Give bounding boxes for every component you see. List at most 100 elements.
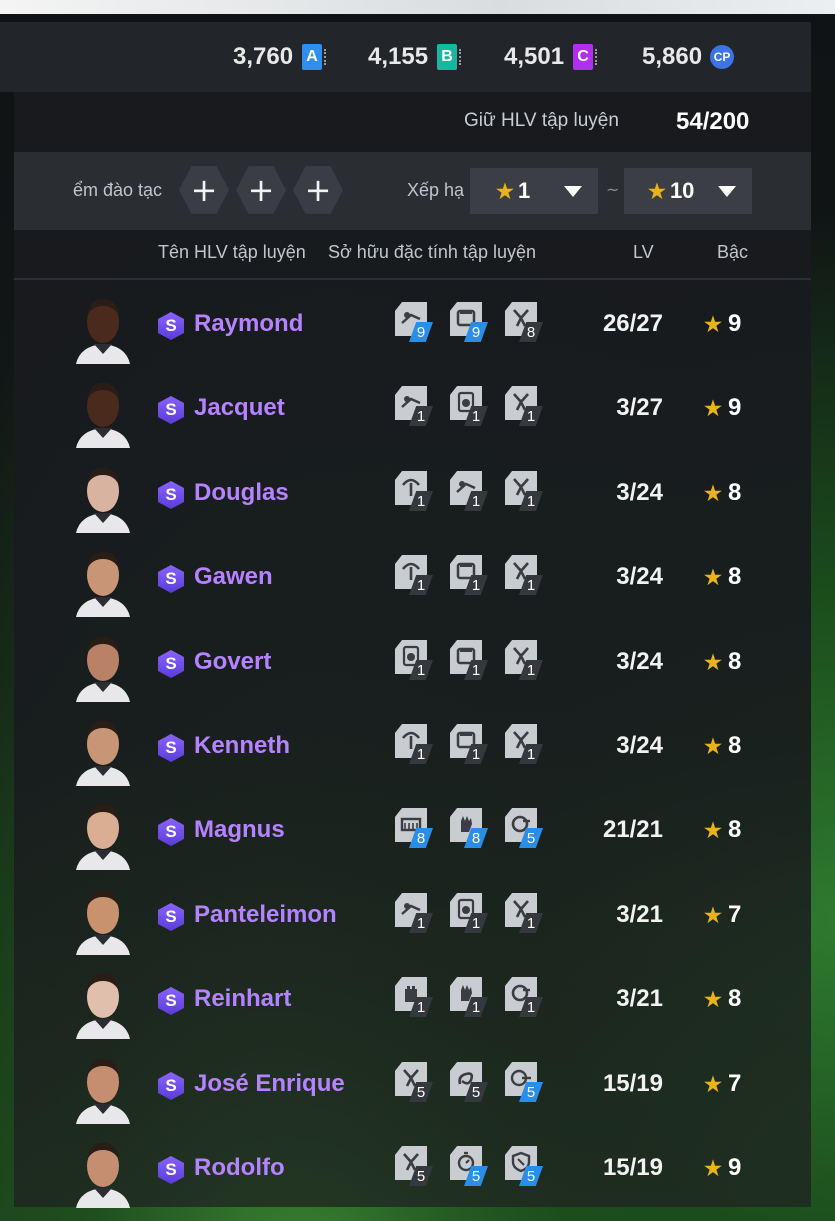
coach-name[interactable]: Rodolfo xyxy=(194,1154,285,1182)
grade-value: 7 xyxy=(727,1070,742,1097)
coach-name[interactable]: Magnus xyxy=(194,816,285,844)
header-lv[interactable]: LV xyxy=(633,242,654,263)
grade-value: 8 xyxy=(727,648,742,675)
rank-from-select[interactable]: ★ 1 xyxy=(470,168,598,214)
reflex-icon[interactable]: 1 xyxy=(505,977,545,1017)
goal-icon[interactable]: 8 xyxy=(395,808,435,848)
coach-name[interactable]: Kenneth xyxy=(194,732,290,760)
coin-c-icon: C xyxy=(573,44,598,70)
currency-4: 5,860 CP xyxy=(642,40,735,74)
coach-grade: ★ 9 xyxy=(704,310,741,338)
glove-icon[interactable]: 8 xyxy=(450,808,490,848)
header-icon[interactable]: 1 xyxy=(395,471,435,511)
tackle-icon[interactable]: 1 xyxy=(505,640,545,680)
currency-1: 3,760 A xyxy=(233,40,327,74)
coach-row[interactable]: S José Enrique 5 5 5 15/19 ★ 7 xyxy=(14,1040,811,1124)
header-name[interactable]: Tên HLV tập luyện xyxy=(158,242,306,263)
pass-icon[interactable]: 1 xyxy=(395,893,435,933)
coach-row[interactable]: S Magnus 8 8 5 21/21 ★ 8 xyxy=(14,786,811,870)
training-slot-label: ểm đào tạc xyxy=(73,180,163,200)
coach-row[interactable]: S Kenneth 1 1 1 3/24 ★ 8 xyxy=(14,702,811,786)
currency-amount: 4,155 xyxy=(368,43,429,70)
coach-row[interactable]: S Gawen 1 1 1 3/24 ★ 8 xyxy=(14,533,811,617)
coach-avatar xyxy=(74,1052,132,1124)
coach-name[interactable]: Douglas xyxy=(194,479,289,507)
coach-avatar xyxy=(74,292,132,364)
coach-name[interactable]: Jacquet xyxy=(194,394,285,422)
coach-row[interactable]: S Douglas 1 1 1 3/24 ★ 8 xyxy=(14,449,811,533)
shield-icon[interactable]: 1 xyxy=(450,724,490,764)
grade-value: 8 xyxy=(727,985,742,1012)
coach-name[interactable]: José Enrique xyxy=(194,1070,345,1098)
grade-value: 9 xyxy=(727,310,742,337)
star-icon: ★ xyxy=(704,989,722,1011)
pass-icon[interactable]: 1 xyxy=(395,386,435,426)
rarity-s-badge: S xyxy=(158,481,184,509)
pass-icon[interactable]: 9 xyxy=(395,302,435,342)
coach-row[interactable]: S Reinhart 1 1 1 3/21 ★ 8 xyxy=(14,955,811,1039)
coin-b-icon: B xyxy=(437,44,462,70)
chevron-down-icon xyxy=(564,186,582,197)
coach-name[interactable]: Reinhart xyxy=(194,985,291,1013)
coach-avatar xyxy=(74,967,132,1039)
coach-row[interactable]: S Jacquet 1 1 1 3/27 ★ 9 xyxy=(14,364,811,448)
coach-row[interactable]: S Raymond 9 9 8 26/27 ★ 9 xyxy=(14,280,811,364)
coach-count-label: Giữ HLV tập luyện xyxy=(464,110,619,131)
rank-to-select[interactable]: ★ 10 xyxy=(624,168,752,214)
coach-level: 3/24 xyxy=(616,732,663,759)
grade-value: 9 xyxy=(727,394,742,421)
coach-avatar xyxy=(74,461,132,533)
coach-row[interactable]: S Govert 1 1 1 3/24 ★ 8 xyxy=(14,618,811,702)
rarity-s-badge: S xyxy=(158,650,184,678)
coach-avatar xyxy=(74,545,132,617)
coin-a-icon: A xyxy=(302,44,327,70)
shield-icon[interactable]: 9 xyxy=(450,302,490,342)
star-icon: ★ xyxy=(704,736,722,758)
tackle-icon[interactable]: 1 xyxy=(505,386,545,426)
star-icon: ★ xyxy=(704,483,722,505)
pass-icon[interactable]: 1 xyxy=(450,471,490,511)
tackle-icon[interactable]: 1 xyxy=(505,471,545,511)
shield-icon[interactable]: 1 xyxy=(450,555,490,595)
stopwatch-icon[interactable]: 5 xyxy=(450,1146,490,1186)
coach-avatar xyxy=(74,714,132,786)
dribble-icon[interactable]: 5 xyxy=(450,1062,490,1102)
tower-icon[interactable]: 1 xyxy=(395,977,435,1017)
coach-name[interactable]: Panteleimon xyxy=(194,901,337,929)
header-icon[interactable]: 1 xyxy=(395,724,435,764)
ball-control-icon[interactable]: 1 xyxy=(450,386,490,426)
coach-grade: ★ 8 xyxy=(704,648,741,676)
tackle-icon[interactable]: 5 xyxy=(395,1146,435,1186)
tackle-icon[interactable]: 1 xyxy=(505,724,545,764)
reflex-icon[interactable]: 5 xyxy=(505,808,545,848)
coach-grade: ★ 8 xyxy=(704,732,741,760)
coach-name[interactable]: Raymond xyxy=(194,310,303,338)
header-icon[interactable]: 1 xyxy=(395,555,435,595)
coach-name[interactable]: Govert xyxy=(194,648,271,676)
rank-to-value: 10 xyxy=(669,178,695,203)
grade-value: 8 xyxy=(727,563,742,590)
ball-control-icon[interactable]: 1 xyxy=(395,640,435,680)
coach-row[interactable]: S Panteleimon 1 1 1 3/21 ★ 7 xyxy=(14,871,811,955)
shield-icon[interactable]: 1 xyxy=(450,640,490,680)
coach-level: 3/21 xyxy=(616,901,663,928)
coach-grade: ★ 7 xyxy=(704,901,741,929)
star-icon: ★ xyxy=(704,905,722,927)
header-traits: Sở hữu đặc tính tập luyện xyxy=(328,242,536,262)
coach-count-value: 54/200 xyxy=(676,108,750,135)
rank-from-value: 1 xyxy=(517,178,531,203)
coach-row[interactable]: S Rodolfo 5 5 5 15/19 ★ 9 xyxy=(14,1124,811,1208)
coach-name[interactable]: Gawen xyxy=(194,563,273,591)
coach-level: 26/27 xyxy=(602,310,663,337)
header-grade[interactable]: Bậc xyxy=(717,242,748,263)
tackle-icon[interactable]: 8 xyxy=(505,302,545,342)
tackle-icon[interactable]: 1 xyxy=(505,893,545,933)
defense-icon[interactable]: 5 xyxy=(505,1146,545,1186)
coach-grade: ★ 8 xyxy=(704,563,741,591)
tackle-icon[interactable]: 1 xyxy=(505,555,545,595)
shot-icon[interactable]: 5 xyxy=(505,1062,545,1102)
ball-control-icon[interactable]: 1 xyxy=(450,893,490,933)
tackle-icon[interactable]: 5 xyxy=(395,1062,435,1102)
glove-icon[interactable]: 1 xyxy=(450,977,490,1017)
top-banner xyxy=(0,0,835,14)
